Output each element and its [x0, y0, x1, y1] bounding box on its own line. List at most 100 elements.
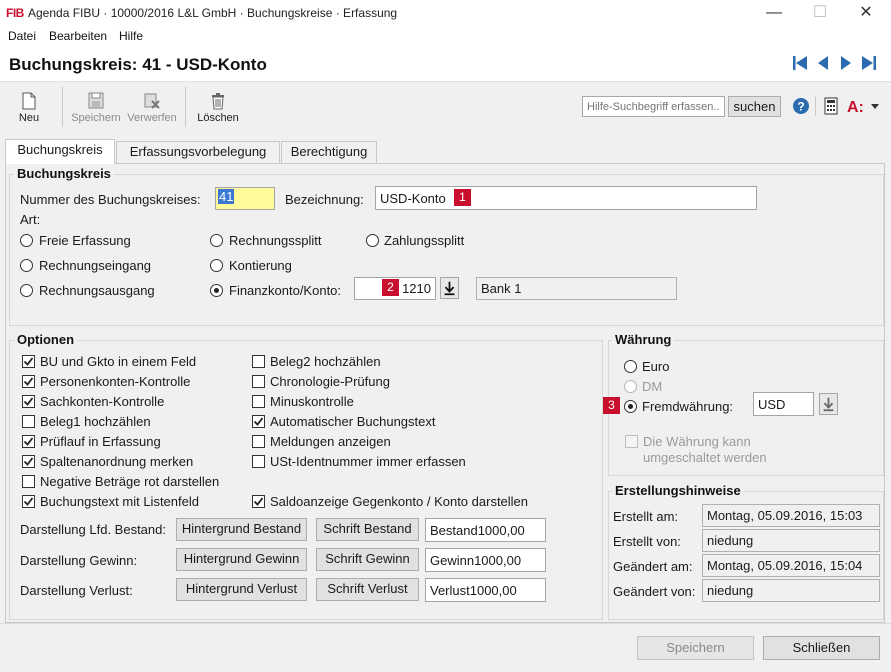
- option-checkbox[interactable]: [22, 395, 35, 408]
- help-icon[interactable]: ?: [792, 97, 810, 115]
- row-gewinn-label: Darstellung Gewinn:: [20, 553, 138, 568]
- tab-erfassungsvorbelegung[interactable]: Erfassungsvorbelegung: [116, 141, 280, 163]
- option-checkbox[interactable]: [22, 415, 35, 428]
- option-checkbox[interactable]: [252, 495, 265, 508]
- option-checkbox[interactable]: [252, 455, 265, 468]
- option-checkbox[interactable]: [252, 355, 265, 368]
- discard-icon: [144, 93, 160, 109]
- account-lookup-icon[interactable]: [440, 277, 459, 299]
- option-checkbox[interactable]: [22, 495, 35, 508]
- first-record-icon[interactable]: [791, 54, 809, 72]
- font-verlust-button[interactable]: Schrift Verlust: [316, 578, 419, 601]
- menu-bar: Datei Bearbeiten Hilfe: [0, 27, 891, 46]
- title-bar: FIB Agenda FIBU · 10000/2016 L&L GmbH · …: [0, 0, 891, 27]
- option-label: Sachkonten-Kontrolle: [40, 394, 165, 409]
- trash-icon: [212, 93, 224, 110]
- footer-bar: [0, 623, 891, 672]
- radio-rechnungseingang[interactable]: [20, 259, 33, 272]
- name-label: Bezeichnung:: [285, 192, 364, 207]
- radio-euro[interactable]: [624, 360, 637, 373]
- close-window-button[interactable]: ✕: [843, 2, 889, 26]
- tab-berechtigung[interactable]: Berechtigung: [281, 141, 377, 163]
- svg-text:?: ?: [797, 100, 804, 114]
- toolbar-separator: [815, 96, 816, 116]
- radio-freie-erfassung[interactable]: [20, 234, 33, 247]
- search-button[interactable]: suchen: [728, 96, 781, 117]
- account-name-field: Bank 1: [476, 277, 677, 300]
- account-value: 1210: [402, 281, 431, 296]
- radio-finanzkonto[interactable]: [210, 284, 223, 297]
- bg-gewinn-button[interactable]: Hintergrund Gewinn: [176, 548, 307, 571]
- close-button[interactable]: Schließen: [763, 636, 880, 660]
- save-button[interactable]: Speichern: [637, 636, 754, 660]
- option-label: Spaltenanordnung merken: [40, 454, 194, 469]
- option-checkbox[interactable]: [22, 455, 35, 468]
- option-label: Personenkonten-Kontrolle: [40, 374, 191, 389]
- number-input[interactable]: 41: [215, 187, 275, 210]
- currency-lookup-icon[interactable]: [819, 393, 838, 415]
- option-checkbox[interactable]: [22, 355, 35, 368]
- font-settings-icon[interactable]: A:: [846, 97, 880, 115]
- save-toolbar-label: Speichern: [71, 112, 121, 124]
- tab-buchungskreis[interactable]: Buchungskreis: [5, 139, 115, 164]
- font-bestand-button[interactable]: Schrift Bestand: [316, 518, 419, 541]
- new-button[interactable]: Neu: [10, 89, 48, 129]
- option-checkbox[interactable]: [252, 435, 265, 448]
- name-value: USD-Konto: [380, 191, 446, 206]
- save-toolbar-button[interactable]: Speichern: [70, 89, 122, 129]
- radio-freie-erfassung-label: Freie Erfassung: [39, 233, 131, 248]
- radio-kontierung[interactable]: [210, 259, 223, 272]
- maximize-button[interactable]: ☐: [797, 2, 843, 26]
- previous-record-icon[interactable]: [814, 54, 832, 72]
- radio-zahlungssplitt-label: Zahlungssplitt: [384, 233, 465, 248]
- next-record-icon[interactable]: [837, 54, 855, 72]
- bg-bestand-button[interactable]: Hintergrund Bestand: [176, 518, 307, 541]
- option-label: Saldoanzeige Gegenkonto / Konto darstell…: [270, 494, 529, 509]
- radio-rechnungssplitt[interactable]: [210, 234, 223, 247]
- new-label: Neu: [18, 112, 40, 124]
- option-checkbox[interactable]: [22, 375, 35, 388]
- radio-zahlungssplitt[interactable]: [366, 234, 379, 247]
- checkmark-icon: [253, 497, 264, 506]
- switchable-label-line1: Die Währung kann: [643, 434, 751, 449]
- menu-help[interactable]: Hilfe: [119, 29, 143, 43]
- calculator-icon[interactable]: [824, 97, 838, 115]
- name-input[interactable]: USD-Konto: [375, 186, 757, 210]
- font-gewinn-button[interactable]: Schrift Gewinn: [316, 548, 419, 571]
- checkmark-icon: [23, 497, 34, 506]
- minimize-button[interactable]: —: [751, 2, 797, 26]
- page-header: Buchungskreis: 41 - USD-Konto: [0, 46, 891, 82]
- option-checkbox[interactable]: [252, 415, 265, 428]
- option-checkbox[interactable]: [252, 375, 265, 388]
- currency-input[interactable]: USD: [753, 392, 814, 416]
- last-record-icon[interactable]: [860, 54, 878, 72]
- discard-button[interactable]: Verwerfen: [126, 89, 178, 129]
- menu-edit[interactable]: Bearbeiten: [49, 29, 107, 43]
- row-bestand-label: Darstellung Lfd. Bestand:: [20, 522, 166, 537]
- menu-file[interactable]: Datei: [8, 29, 36, 43]
- art-label: Art:: [20, 212, 41, 227]
- option-label: Beleg2 hochzählen: [270, 354, 381, 369]
- number-label: Nummer des Buchungskreises:: [20, 192, 201, 207]
- switchable-checkbox[interactable]: [625, 435, 638, 448]
- save-disk-icon: [88, 92, 104, 109]
- option-checkbox[interactable]: [22, 435, 35, 448]
- radio-rechnungsausgang[interactable]: [20, 284, 33, 297]
- checkmark-icon: [23, 377, 34, 386]
- option-label: Negative Beträge rot darstellen: [40, 474, 220, 489]
- radio-fremdwaehrung-label: Fremdwährung:: [642, 399, 734, 414]
- row-verlust-label: Darstellung Verlust:: [20, 583, 133, 598]
- help-search-input[interactable]: [582, 96, 725, 117]
- radio-rechnungseingang-label: Rechnungseingang: [39, 258, 152, 273]
- bg-verlust-button[interactable]: Hintergrund Verlust: [176, 578, 307, 601]
- created-at-field: Montag, 05.09.2016, 15:03: [702, 504, 880, 527]
- option-checkbox[interactable]: [22, 475, 35, 488]
- radio-fremdwaehrung[interactable]: [624, 400, 637, 413]
- radio-dm[interactable]: [624, 380, 637, 393]
- option-checkbox[interactable]: [252, 395, 265, 408]
- option-label: BU und Gkto in einem Feld: [40, 354, 197, 369]
- checkmark-icon: [23, 357, 34, 366]
- delete-button[interactable]: Löschen: [195, 89, 241, 129]
- radio-dm-label: DM: [642, 379, 663, 394]
- option-label: USt-Identnummer immer erfassen: [270, 454, 466, 469]
